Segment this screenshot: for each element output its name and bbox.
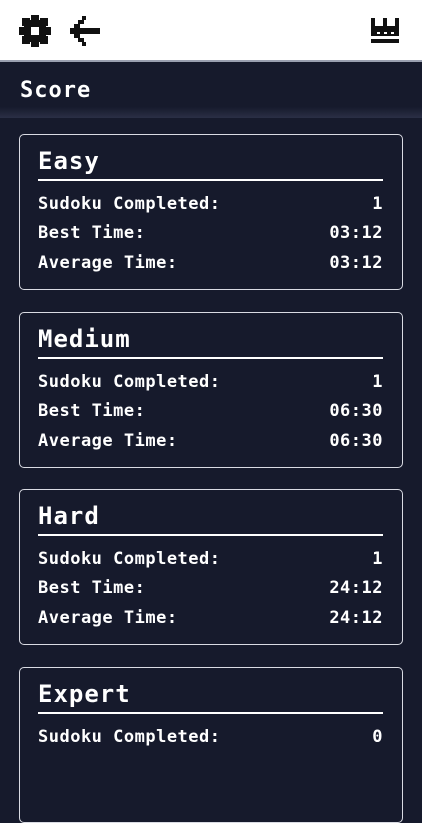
stat-row-best-time: Best Time: 03:12 (38, 223, 383, 249)
crown-icon[interactable] (368, 14, 402, 48)
card-title: Hard (38, 502, 100, 530)
stat-label: Average Time: (38, 253, 178, 273)
gear-icon[interactable] (18, 14, 52, 48)
stat-label: Sudoku Completed: (38, 194, 221, 214)
card-title: Easy (38, 147, 100, 175)
stat-label: Best Time: (38, 401, 146, 421)
top-toolbar (0, 0, 422, 62)
stat-value: 06:30 (329, 401, 383, 421)
card-title: Medium (38, 325, 131, 353)
stat-row-completed: Sudoku Completed: 1 (38, 372, 383, 398)
stat-row-best-time: Best Time: 24:12 (38, 578, 383, 604)
stats-card-hard: Hard Sudoku Completed: 1 Best Time: 24:1… (19, 489, 403, 645)
divider (38, 179, 383, 181)
stat-value: 0 (372, 727, 383, 747)
stat-label: Sudoku Completed: (38, 727, 221, 747)
stat-label: Best Time: (38, 578, 146, 598)
stat-value: 1 (372, 194, 383, 214)
stat-label: Average Time: (38, 431, 178, 451)
stat-row-best-time: Best Time: 06:30 (38, 401, 383, 427)
stat-value: 1 (372, 549, 383, 569)
stat-value: 03:12 (329, 253, 383, 273)
stat-row-average-time: Average Time: 03:12 (38, 253, 383, 279)
stat-value: 24:12 (329, 608, 383, 628)
arrow-left-icon[interactable] (68, 14, 102, 48)
divider (38, 534, 383, 536)
stats-card-expert: Expert Sudoku Completed: 0 (19, 667, 403, 823)
stat-value: 06:30 (329, 431, 383, 451)
stat-row-completed: Sudoku Completed: 1 (38, 549, 383, 575)
card-title: Expert (38, 680, 131, 708)
stat-value: 03:12 (329, 223, 383, 243)
stats-card-easy: Easy Sudoku Completed: 1 Best Time: 03:1… (19, 134, 403, 290)
stat-row-completed: Sudoku Completed: 0 (38, 727, 383, 753)
stat-row-average-time: Average Time: 06:30 (38, 431, 383, 457)
divider (38, 357, 383, 359)
divider (38, 712, 383, 714)
stat-label: Sudoku Completed: (38, 372, 221, 392)
stat-row-average-time: Average Time: 24:12 (38, 608, 383, 634)
stat-label: Average Time: (38, 608, 178, 628)
section-header: Score (0, 62, 422, 118)
stat-value: 1 (372, 372, 383, 392)
stat-label: Sudoku Completed: (38, 549, 221, 569)
stat-value: 24:12 (329, 578, 383, 598)
stat-label: Best Time: (38, 223, 146, 243)
page-title: Score (20, 78, 92, 103)
stats-card-medium: Medium Sudoku Completed: 1 Best Time: 06… (19, 312, 403, 468)
stat-row-completed: Sudoku Completed: 1 (38, 194, 383, 220)
